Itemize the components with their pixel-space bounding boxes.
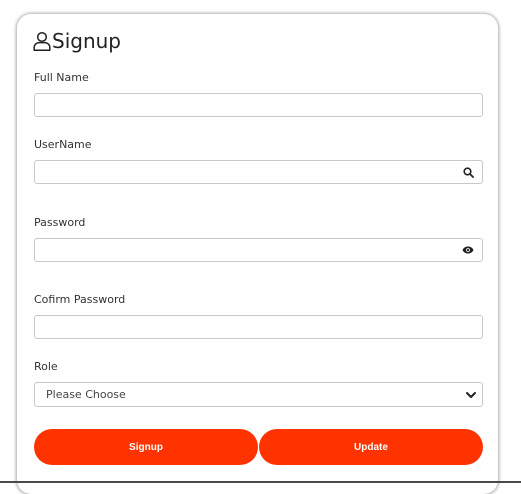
confirm-password-input[interactable] (35, 316, 482, 339)
form-title-text: Signup (52, 29, 121, 53)
full-name-input[interactable] (35, 94, 482, 117)
password-input[interactable] (35, 239, 482, 262)
username-input[interactable] (35, 161, 482, 184)
eye-icon[interactable] (462, 244, 474, 256)
full-name-label: Full Name (34, 71, 89, 84)
confirm-password-field[interactable] (34, 315, 483, 339)
username-field[interactable] (34, 160, 483, 184)
update-button[interactable]: Update (259, 429, 483, 465)
full-name-field[interactable] (34, 93, 483, 117)
signup-card: Signup Full Name UserName Password Cofir… (17, 14, 498, 494)
chevron-down-icon (466, 391, 476, 398)
search-icon[interactable] (462, 166, 474, 178)
form-title: Signup (33, 28, 121, 54)
role-select[interactable]: Please Choose (34, 382, 483, 407)
role-select-value: Please Choose (46, 388, 126, 401)
role-label: Role (34, 360, 58, 373)
confirm-password-label: Cofirm Password (34, 293, 126, 306)
password-label: Password (34, 216, 86, 229)
user-icon (33, 31, 51, 51)
signup-button[interactable]: Signup (34, 429, 258, 465)
password-field[interactable] (34, 238, 483, 262)
username-label: UserName (34, 138, 92, 151)
